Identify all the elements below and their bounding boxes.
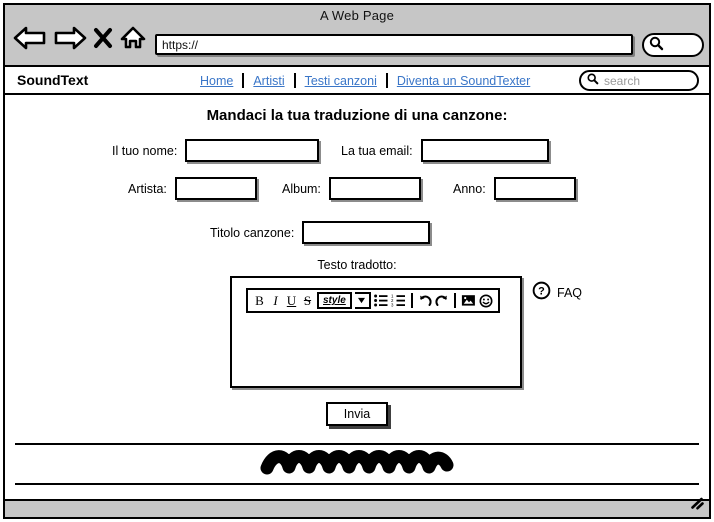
faq-link[interactable]: ? FAQ [532, 281, 582, 305]
label-il-tuo-nome: Il tuo nome: [112, 143, 178, 158]
magnifier-icon [586, 72, 599, 90]
browser-window: A Web Page https:// SoundText Home Artis… [3, 3, 711, 519]
numbered-list-icon[interactable]: 1 2 3 [391, 291, 406, 310]
input-anno[interactable] [493, 177, 576, 200]
input-la-tua-email[interactable] [420, 139, 549, 162]
field-row-nome: Il tuo nome: [112, 139, 320, 162]
rich-text-editor[interactable]: B I U S style 1 2 3 [230, 276, 522, 388]
faq-label: FAQ [557, 286, 583, 300]
browser-status-bar [5, 497, 709, 517]
field-row-anno: Anno: [453, 177, 576, 200]
stop-x-icon[interactable] [93, 26, 113, 50]
main-navigation: Home Artisti Testi canzoni Diventa un So… [191, 73, 539, 88]
site-logo[interactable]: SoundText [17, 72, 88, 88]
svg-text:3: 3 [391, 303, 394, 307]
underline-icon[interactable]: U [285, 291, 298, 310]
image-icon[interactable] [461, 291, 476, 310]
input-titolo-canzone[interactable] [302, 221, 431, 244]
toolbar-separator [410, 293, 413, 308]
bulleted-list-icon[interactable] [373, 291, 388, 310]
italic-icon[interactable]: I [269, 291, 282, 310]
site-search-placeholder: search [604, 73, 641, 88]
forward-arrow-icon[interactable] [53, 25, 87, 51]
bold-icon[interactable]: B [253, 291, 266, 310]
emoji-icon[interactable] [479, 291, 493, 310]
question-mark-circle-icon: ? [532, 281, 551, 305]
site-header: SoundText Home Artisti Testi canzoni Div… [5, 67, 709, 95]
strikethrough-icon[interactable]: S [301, 291, 314, 310]
browser-chrome: A Web Page https:// [5, 5, 709, 67]
label-la-tua-email: La tua email: [341, 143, 413, 158]
nav-item-diventa-un-soundtexter[interactable]: Diventa un SoundTexter [388, 74, 539, 88]
toolbar-separator [453, 293, 456, 308]
field-row-email: La tua email: [341, 139, 549, 162]
label-album: Album: [282, 181, 321, 196]
undo-icon[interactable] [418, 291, 432, 310]
site-search-input[interactable]: search [579, 70, 699, 91]
page-viewport: SoundText Home Artisti Testi canzoni Div… [5, 67, 709, 517]
input-il-tuo-nome[interactable] [185, 139, 320, 162]
scribble-placeholder-icon [259, 447, 455, 482]
resize-grip-icon[interactable] [689, 497, 705, 515]
redo-icon[interactable] [435, 291, 449, 310]
back-arrow-icon[interactable] [13, 25, 47, 51]
field-row-artista: Artista: [128, 177, 257, 200]
submit-row: Invia [5, 402, 709, 426]
footer-placeholder [15, 443, 699, 485]
editor-toolbar: B I U S style 1 2 3 [246, 288, 500, 313]
label-testo-tradotto: Testo tradotto: [317, 258, 397, 272]
url-input[interactable]: https:// [155, 34, 633, 55]
nav-item-testi-canzoni[interactable]: Testi canzoni [296, 74, 386, 88]
input-artista[interactable] [174, 177, 257, 200]
label-anno: Anno: [453, 181, 486, 196]
field-row-titolo-canzone: Titolo canzone: [210, 221, 431, 244]
label-artista: Artista: [128, 181, 167, 196]
submit-button[interactable]: Invia [325, 402, 389, 426]
browser-nav-icons [13, 25, 147, 51]
window-title: A Web Page [319, 8, 395, 23]
style-dropdown[interactable]: style [317, 292, 352, 309]
url-text: https:// [162, 37, 199, 52]
wireframe-screenshot: A Web Page https:// SoundText Home Artis… [0, 0, 714, 522]
label-titolo-canzone: Titolo canzone: [210, 225, 295, 240]
magnifier-icon [648, 35, 664, 56]
nav-item-home[interactable]: Home [191, 74, 242, 88]
svg-text:?: ? [538, 286, 545, 298]
nav-item-artisti[interactable]: Artisti [244, 74, 293, 88]
chevron-down-icon[interactable] [354, 292, 371, 309]
submission-form: Mandaci la tua traduzione di una canzone… [5, 95, 709, 515]
browser-search-button[interactable] [642, 33, 704, 57]
form-title: Mandaci la tua traduzione di una canzone… [206, 107, 508, 124]
field-row-album: Album: [282, 177, 421, 200]
input-album[interactable] [328, 177, 421, 200]
home-icon[interactable] [119, 25, 147, 51]
